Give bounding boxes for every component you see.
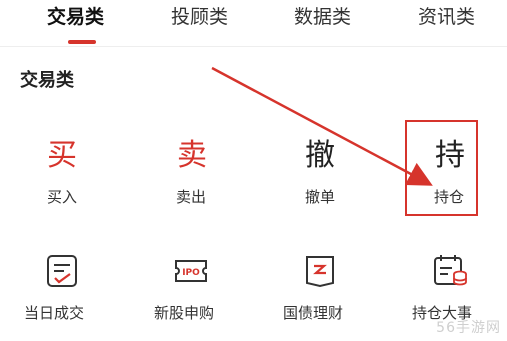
cancel-order-icon: 撤 xyxy=(305,138,335,173)
tab-trading[interactable]: 交易类 xyxy=(47,2,104,29)
tabs-divider xyxy=(0,46,507,47)
ipo-icon-text: IPO xyxy=(182,268,200,278)
holdings-events-icon xyxy=(434,255,467,286)
section-title: 交易类 xyxy=(20,70,74,91)
tab-data[interactable]: 数据类 xyxy=(294,2,351,29)
cancel-order-label: 撤单 xyxy=(305,188,336,206)
buy-icon: 买 xyxy=(47,138,77,173)
treasury-bond-label: 国债理财 xyxy=(283,304,344,322)
ipo-subscription-label: 新股申购 xyxy=(154,304,215,322)
ipo-subscription-icon: IPO xyxy=(175,260,207,282)
todays-trades-label: 当日成交 xyxy=(24,304,85,322)
todays-trades-icon xyxy=(47,255,77,287)
tab-advisory[interactable]: 投顾类 xyxy=(171,2,228,29)
treasury-bond-icon xyxy=(306,256,334,288)
buy-label: 买入 xyxy=(47,188,78,206)
tab-news[interactable]: 资讯类 xyxy=(418,2,475,29)
holdings-highlight-box xyxy=(405,120,478,216)
sell-icon: 卖 xyxy=(177,138,207,173)
watermark: 56手游网 xyxy=(436,320,501,336)
sell-label: 卖出 xyxy=(176,188,207,206)
active-tab-indicator xyxy=(68,40,96,44)
category-tabs: 交易类 投顾类 数据类 资讯类 xyxy=(0,0,507,46)
